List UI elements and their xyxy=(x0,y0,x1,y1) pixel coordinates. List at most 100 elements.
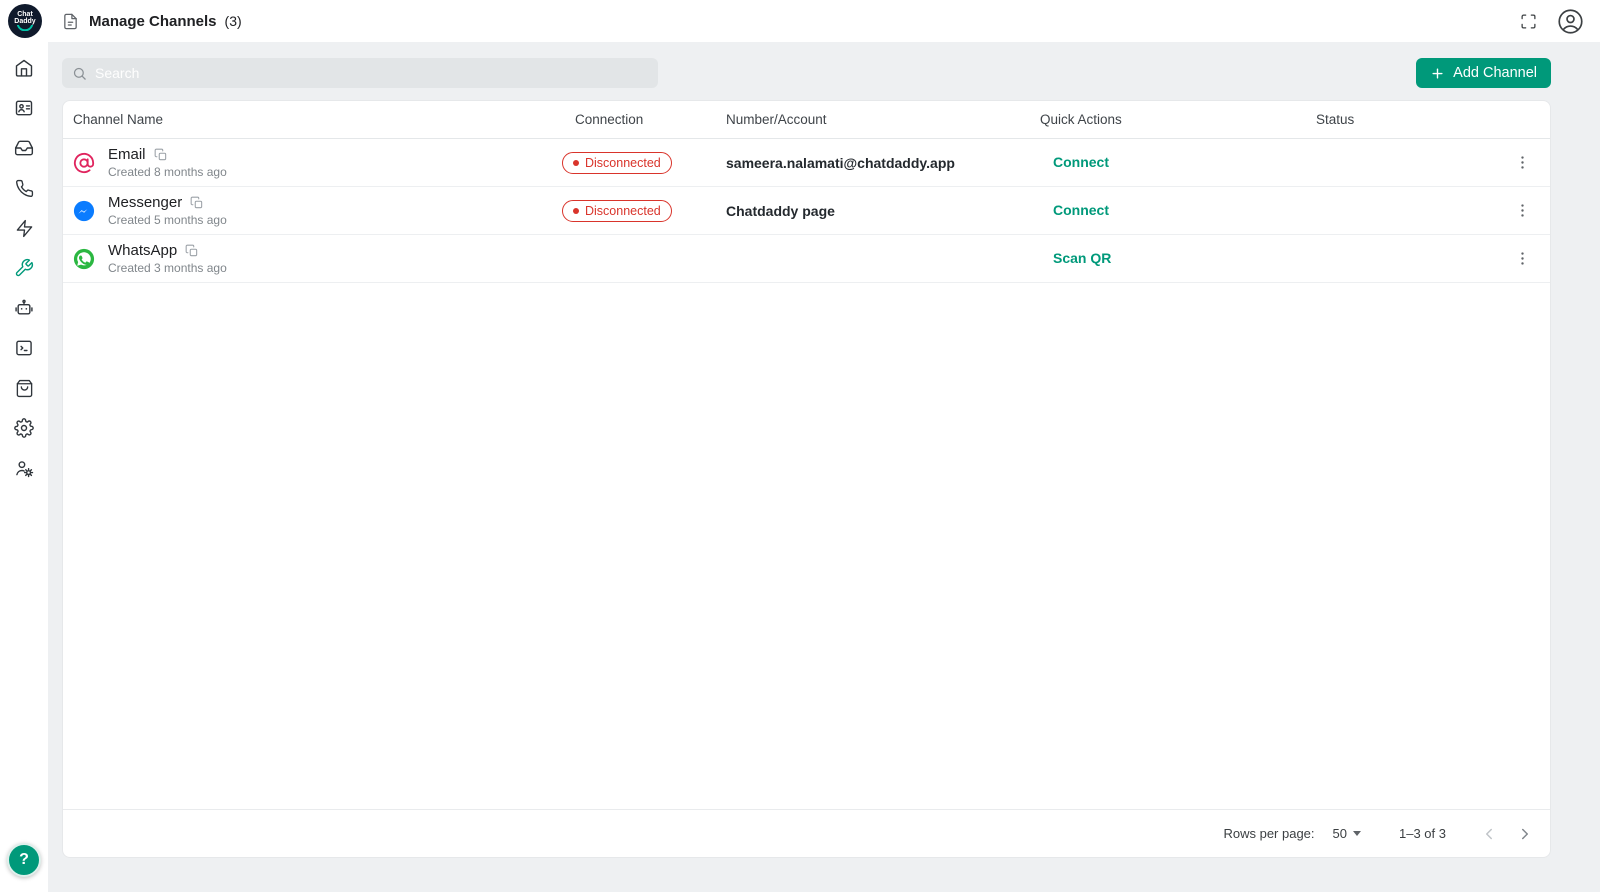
sidebar-item-developer[interactable] xyxy=(0,328,48,368)
column-header-status: Status xyxy=(1316,112,1494,127)
logo-text-line2: Daddy xyxy=(14,18,35,25)
copy-button[interactable] xyxy=(190,196,204,210)
sidebar-item-integrations[interactable] xyxy=(0,248,48,288)
channel-text: Messenger Created 5 months ago xyxy=(108,194,227,227)
channel-created: Created 3 months ago xyxy=(108,261,227,275)
channel-created: Created 5 months ago xyxy=(108,213,227,227)
rows-per-page-label: Rows per page: xyxy=(1223,826,1314,841)
channel-text: WhatsApp Created 3 months ago xyxy=(108,242,227,275)
connection-cell: Disconnected xyxy=(575,200,726,222)
table-row: WhatsApp Created 3 months ago xyxy=(63,235,1550,283)
search-box[interactable] xyxy=(62,58,658,88)
bot-icon xyxy=(14,298,34,318)
fullscreen-button[interactable] xyxy=(1520,13,1537,30)
table-empty-space xyxy=(63,283,1550,809)
connection-cell: Disconnected xyxy=(575,152,726,174)
shopping-bag-icon xyxy=(15,379,34,398)
row-menu-button[interactable] xyxy=(1494,250,1550,267)
quick-actions-cell: Scan QR xyxy=(1040,250,1316,268)
table-header-row: Channel Name Connection Number/Account Q… xyxy=(63,101,1550,139)
status-dot-icon xyxy=(573,160,579,166)
kebab-menu-icon xyxy=(1514,154,1531,171)
account-cell: sameera.nalamati@chatdaddy.app xyxy=(726,155,1040,171)
column-header-quick-actions: Quick Actions xyxy=(1040,112,1316,127)
rows-per-page-select[interactable]: 50 xyxy=(1333,826,1361,841)
sidebar-item-phone[interactable] xyxy=(0,168,48,208)
logo-smile-icon xyxy=(17,25,33,31)
channel-name: Messenger xyxy=(108,194,182,211)
connection-label: Disconnected xyxy=(585,204,661,218)
help-button[interactable]: ? xyxy=(7,843,41,877)
page-count: (3) xyxy=(225,13,242,29)
rows-per-page-value: 50 xyxy=(1333,826,1347,841)
next-page-button[interactable] xyxy=(1516,825,1534,843)
code-box-icon xyxy=(14,338,34,358)
user-avatar-icon xyxy=(1557,8,1584,35)
copy-icon xyxy=(185,244,199,258)
sidebar: ? xyxy=(0,42,48,892)
channel-cell: Email Created 8 months ago xyxy=(63,146,575,179)
messenger-icon xyxy=(73,200,95,222)
channel-name: WhatsApp xyxy=(108,242,177,259)
scan-qr-action-link[interactable]: Scan QR xyxy=(1053,250,1111,266)
channels-table-card: Channel Name Connection Number/Account Q… xyxy=(62,100,1551,858)
email-icon xyxy=(73,152,95,174)
account-cell: Chatdaddy page xyxy=(726,203,1040,219)
caret-down-icon xyxy=(1353,831,1361,836)
whatsapp-icon xyxy=(73,248,95,270)
channel-created: Created 8 months ago xyxy=(108,165,227,179)
table-row: Messenger Created 5 months ago Disconnec… xyxy=(63,187,1550,235)
connection-badge: Disconnected xyxy=(562,152,672,174)
channel-cell: WhatsApp Created 3 months ago xyxy=(63,242,575,275)
search-input[interactable] xyxy=(95,65,648,81)
copy-icon xyxy=(154,148,168,162)
user-gear-icon xyxy=(14,458,34,478)
tools-icon xyxy=(14,258,34,278)
connect-action-link[interactable]: Connect xyxy=(1053,202,1109,218)
sidebar-item-home[interactable] xyxy=(0,48,48,88)
copy-button[interactable] xyxy=(185,244,199,258)
toolbar: Add Channel xyxy=(62,58,1551,88)
row-menu-button[interactable] xyxy=(1494,202,1550,219)
connection-badge: Disconnected xyxy=(562,200,672,222)
sidebar-item-store[interactable] xyxy=(0,368,48,408)
sidebar-item-team[interactable] xyxy=(0,448,48,488)
sidebar-item-bot[interactable] xyxy=(0,288,48,328)
status-dot-icon xyxy=(573,208,579,214)
column-header-channel-name: Channel Name xyxy=(63,112,575,127)
pagination-buttons xyxy=(1480,825,1534,843)
main-content: Add Channel Channel Name Connection Numb… xyxy=(48,42,1600,892)
row-menu-button[interactable] xyxy=(1494,154,1550,171)
column-header-number-account: Number/Account xyxy=(726,112,1040,127)
user-profile-button[interactable] xyxy=(1557,8,1584,35)
sidebar-item-settings[interactable] xyxy=(0,408,48,448)
contact-card-icon xyxy=(14,98,34,118)
connect-action-link[interactable]: Connect xyxy=(1053,154,1109,170)
add-channel-button[interactable]: Add Channel xyxy=(1416,58,1551,88)
copy-button[interactable] xyxy=(154,148,168,162)
sidebar-item-automations[interactable] xyxy=(0,208,48,248)
kebab-menu-icon xyxy=(1514,202,1531,219)
fullscreen-icon xyxy=(1520,13,1537,30)
channel-text: Email Created 8 months ago xyxy=(108,146,227,179)
kebab-menu-icon xyxy=(1514,250,1531,267)
column-header-connection: Connection xyxy=(575,112,726,127)
page-document-icon xyxy=(62,13,79,30)
sidebar-item-contacts[interactable] xyxy=(0,88,48,128)
connection-label: Disconnected xyxy=(585,156,661,170)
phone-icon xyxy=(15,179,34,198)
sidebar-item-inbox[interactable] xyxy=(0,128,48,168)
chevron-right-icon xyxy=(1516,825,1534,843)
gear-icon xyxy=(14,418,34,438)
copy-icon xyxy=(190,196,204,210)
home-icon xyxy=(14,58,34,78)
quick-actions-cell: Connect xyxy=(1040,202,1316,220)
quick-actions-cell: Connect xyxy=(1040,154,1316,172)
channel-name: Email xyxy=(108,146,146,163)
logo-text-line1: Chat xyxy=(17,11,33,18)
top-bar: Chat Daddy Manage Channels (3) xyxy=(0,0,1600,42)
previous-page-button[interactable] xyxy=(1480,825,1498,843)
pagination-range: 1–3 of 3 xyxy=(1399,826,1446,841)
pagination-bar: Rows per page: 50 1–3 of 3 xyxy=(63,809,1550,857)
lightning-icon xyxy=(15,219,34,238)
